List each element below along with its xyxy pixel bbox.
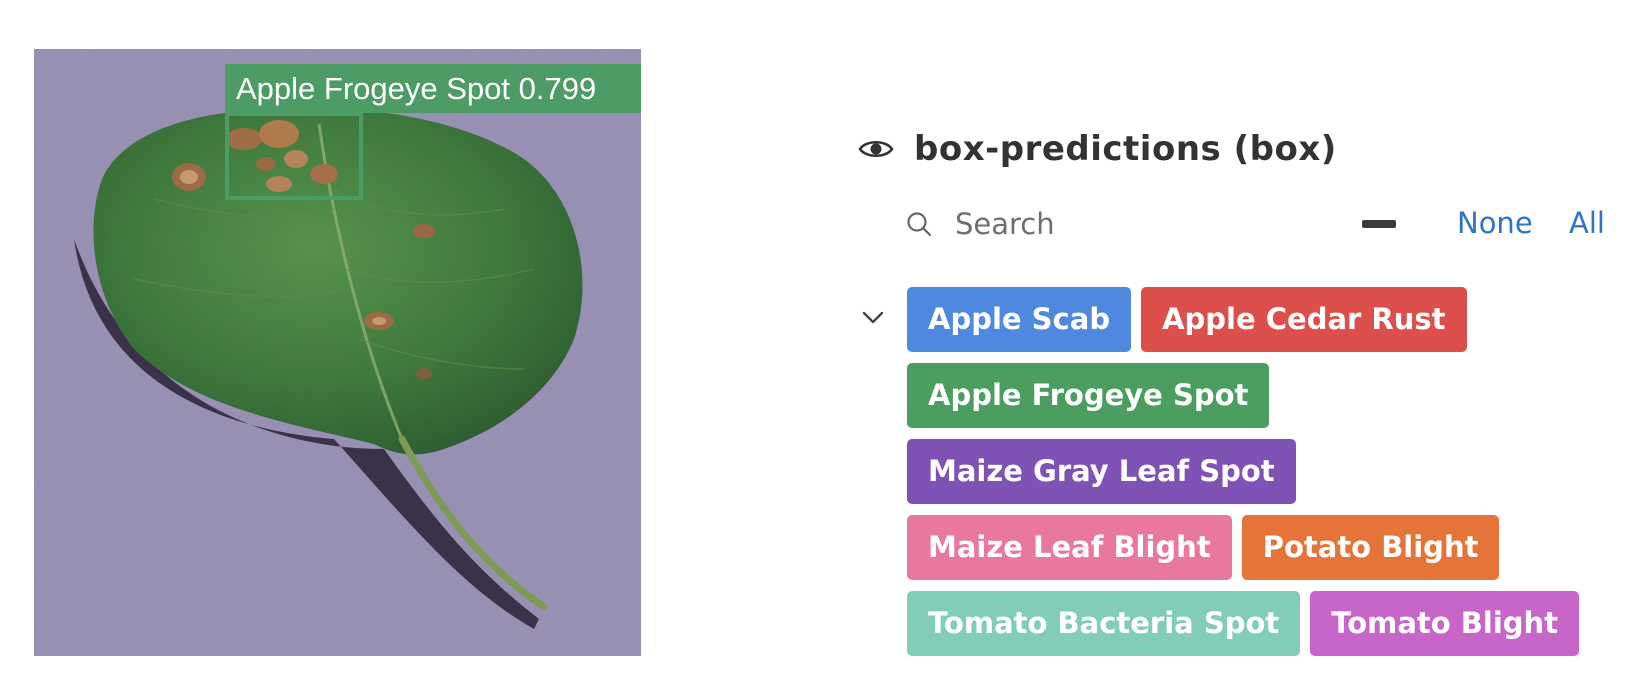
- tag-apple-cedar-rust[interactable]: Apple Cedar Rust: [1141, 287, 1467, 352]
- chevron-down-icon[interactable]: [862, 311, 884, 325]
- tag-apple-scab[interactable]: Apple Scab: [907, 287, 1132, 352]
- tag-tomato-blight[interactable]: Tomato Blight: [1310, 591, 1580, 656]
- minus-icon[interactable]: [1362, 220, 1396, 228]
- search-row: None All: [904, 200, 1614, 248]
- detection-label: Apple Frogeye Spot 0.799: [225, 64, 641, 113]
- tag-potato-blight[interactable]: Potato Blight: [1241, 515, 1500, 580]
- layer-header: box-predictions (box): [858, 125, 1337, 173]
- select-all-link[interactable]: All: [1569, 206, 1605, 240]
- tag-tomato-bacteria-spot[interactable]: Tomato Bacteria Spot: [907, 591, 1301, 656]
- tag-apple-frogeye-spot[interactable]: Apple Frogeye Spot: [907, 363, 1270, 428]
- tag-maize-gray-leaf-spot[interactable]: Maize Gray Leaf Spot: [907, 439, 1296, 504]
- search-icon: [907, 212, 932, 237]
- detection-box: [225, 112, 363, 200]
- select-none-link[interactable]: None: [1457, 206, 1533, 240]
- tag-maize-leaf-blight[interactable]: Maize Leaf Blight: [907, 515, 1232, 580]
- class-tag-list: Apple Scab Apple Cedar Rust Apple Frogey…: [907, 287, 1607, 656]
- search-input[interactable]: [955, 204, 1255, 244]
- layer-title: box-predictions (box): [914, 129, 1337, 169]
- eye-icon[interactable]: [858, 137, 894, 161]
- leaf-image: Apple Frogeye Spot 0.799: [34, 49, 641, 656]
